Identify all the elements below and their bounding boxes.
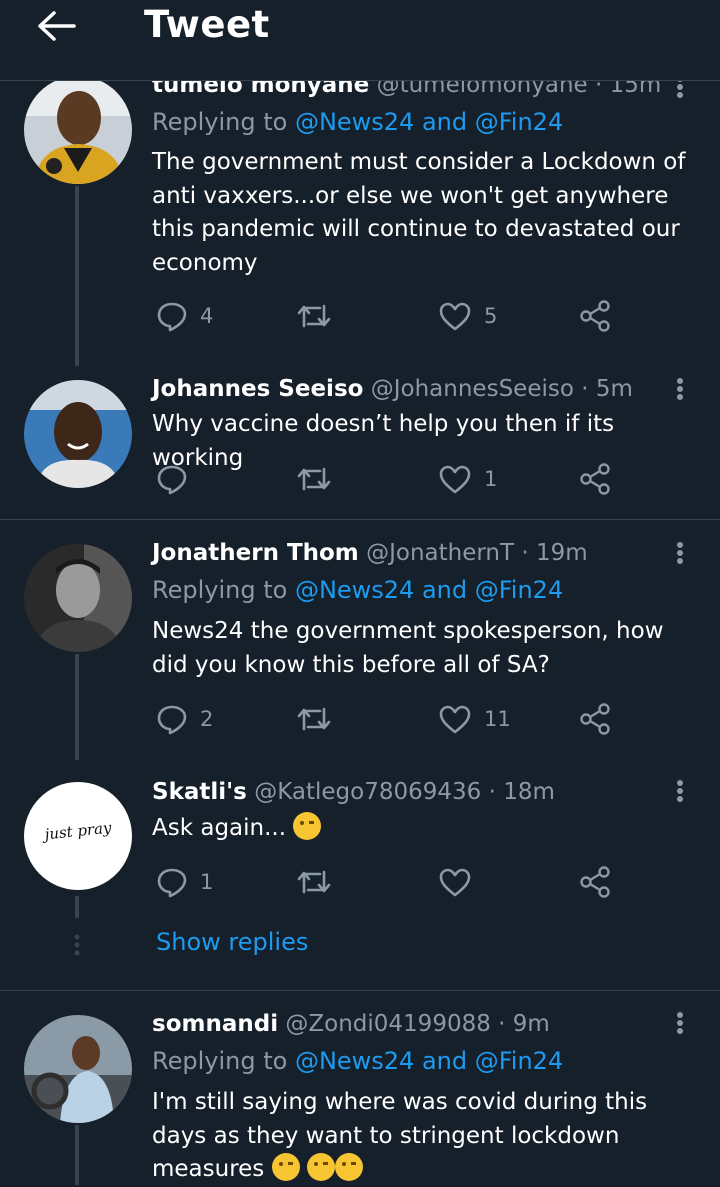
thinking-face-icon <box>271 1153 300 1181</box>
replying-prefix: Replying to <box>152 1047 295 1075</box>
author-handle[interactable]: @Zondi04199088 <box>285 1011 490 1037</box>
replying-to: Replying to @News24 and @Fin24 <box>152 1047 563 1075</box>
mention-link[interactable]: @News24 and @Fin24 <box>295 1047 563 1075</box>
page-title: Tweet <box>144 3 270 46</box>
avatar[interactable] <box>24 1015 132 1123</box>
author-name[interactable]: somnandi <box>152 1011 278 1037</box>
tweet[interactable]: somnandi @Zondi04199088 · 9m Replying to… <box>0 0 720 1185</box>
tweet-header: somnandi @Zondi04199088 · 9m <box>152 1011 550 1037</box>
thread-line <box>75 1125 79 1185</box>
thinking-face-icon <box>306 1153 335 1181</box>
tweet-text: I'm still saying where was covid during … <box>152 1089 648 1182</box>
tweet-text-row: I'm still saying where was covid during … <box>152 1086 702 1187</box>
more-options-icon[interactable] <box>672 1008 688 1042</box>
arrow-left-icon[interactable] <box>36 10 76 42</box>
tweet-time: · 9m <box>498 1011 550 1037</box>
thinking-face-icon <box>334 1153 363 1181</box>
top-bar: Tweet <box>0 0 720 81</box>
